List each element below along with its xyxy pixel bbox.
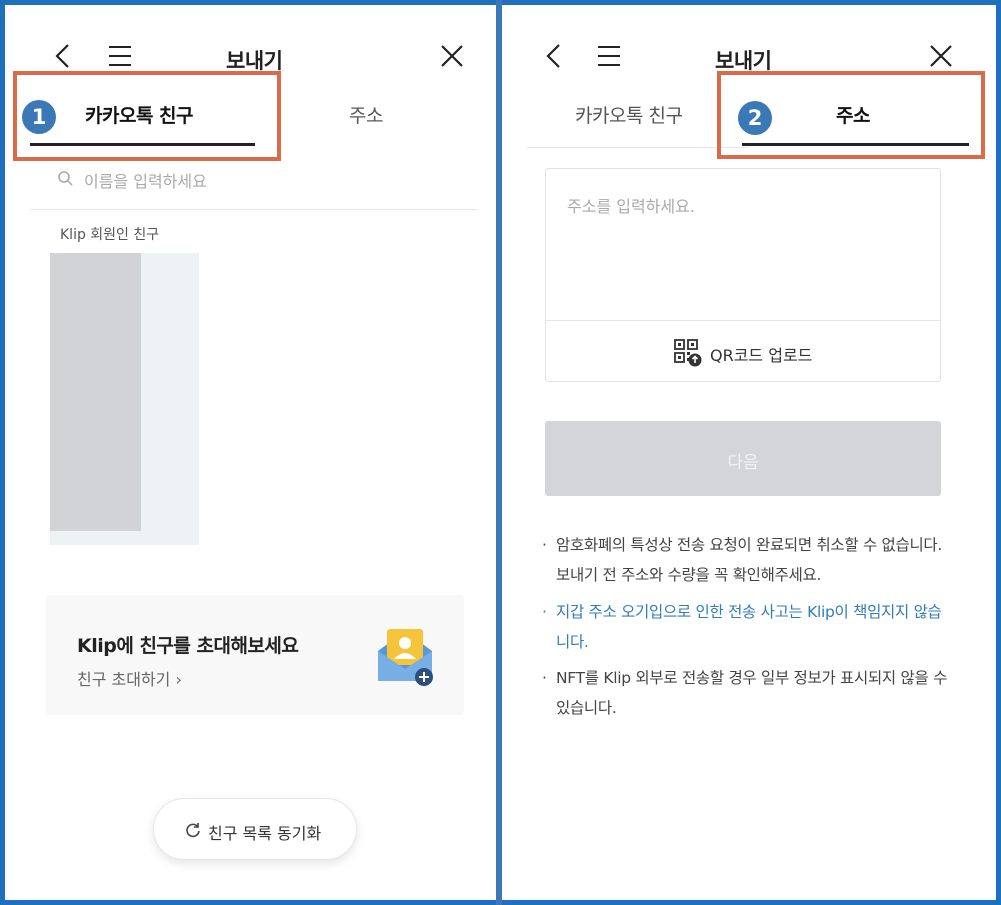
notice-item-wrong-address: · 지갑 주소 오기입으로 인한 전송 사고는 Klip이 책임지지 않습니다. xyxy=(542,597,952,657)
notice-item-irreversible: · 암호화폐의 특성상 전송 요청이 완료되면 취소할 수 없습니다. 보내기 … xyxy=(542,530,952,590)
close-icon[interactable] xyxy=(439,43,465,69)
address-input-box: 주소를 입력하세요. QR코드 업로드 xyxy=(545,168,941,382)
notice-bullet: · xyxy=(542,603,547,621)
notice-text: 암호화폐의 특성상 전송 요청이 완료되면 취소할 수 없습니다. 보내기 전 … xyxy=(556,536,943,584)
hamburger-menu-icon[interactable] xyxy=(596,43,622,69)
step-badge-2: 2 xyxy=(738,101,772,135)
sync-friend-list-button[interactable]: 친구 목록 동기화 xyxy=(153,798,357,860)
qr-code-icon xyxy=(674,339,702,367)
search-separator xyxy=(30,209,478,210)
notice-bullet: · xyxy=(542,536,547,554)
close-icon[interactable] xyxy=(928,43,954,69)
inactive-tab-line xyxy=(527,147,749,148)
search-input[interactable]: 이름을 입력하세요 xyxy=(84,168,207,192)
next-button[interactable]: 다음 xyxy=(545,421,941,496)
tab-kakao-friends[interactable]: 카카오톡 친구 xyxy=(575,101,683,128)
back-arrow-icon[interactable] xyxy=(51,43,77,69)
invite-link[interactable]: 친구 초대하기 › xyxy=(77,666,182,690)
step-badge-1: 1 xyxy=(22,100,56,134)
notice-bullet: · xyxy=(542,669,547,687)
invite-friends-card[interactable]: Klip에 친구를 초대해보세요 친구 초대하기 › xyxy=(46,595,464,715)
notice-text: 지갑 주소 오기입으로 인한 전송 사고는 Klip이 책임지지 않습니다. xyxy=(556,603,942,651)
notice-item-nft: · NFT를 Klip 외부로 전송할 경우 일부 정보가 표시되지 않을 수 … xyxy=(542,663,952,723)
address-box-divider xyxy=(546,320,940,321)
refresh-icon xyxy=(186,823,200,838)
invite-title: Klip에 친구를 초대해보세요 xyxy=(77,635,299,657)
address-input[interactable]: 주소를 입력하세요. xyxy=(567,193,695,217)
search-icon xyxy=(58,171,73,186)
hamburger-menu-icon[interactable] xyxy=(107,43,133,69)
next-button-label: 다음 xyxy=(727,453,759,473)
tab-address[interactable]: 주소 xyxy=(349,101,383,128)
qr-upload-button[interactable]: QR코드 업로드 xyxy=(710,342,812,366)
notice-text: NFT를 Klip 외부로 전송할 경우 일부 정보가 표시되지 않을 수 있습… xyxy=(556,669,948,717)
send-panel-kakao-friends: 보내기 카카오톡 친구 주소 1 이름을 입력하세요 Klip 회원인 친구 K… xyxy=(5,5,496,900)
redacted-friend-list xyxy=(50,253,141,531)
back-arrow-icon[interactable] xyxy=(542,43,568,69)
section-label-klip-friends: Klip 회원인 친구 xyxy=(60,227,160,243)
sync-button-label: 친구 목록 동기화 xyxy=(208,824,322,843)
send-panel-address: 보내기 카카오톡 친구 주소 2 주소를 입력하세요. QR코드 업로드 다음 … xyxy=(502,5,996,900)
envelope-user-icon xyxy=(378,629,433,686)
